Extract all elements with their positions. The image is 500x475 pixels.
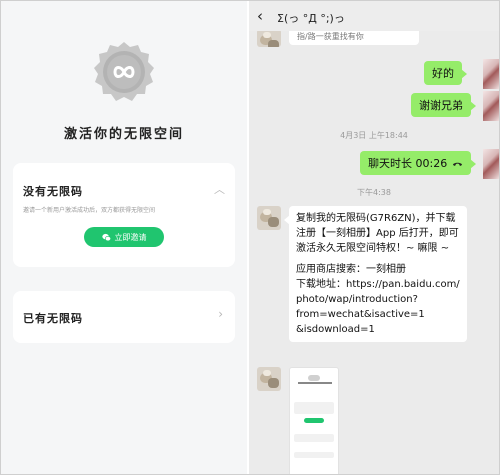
contact-avatar[interactable] [257, 367, 281, 391]
chevron-right-icon: › [218, 307, 223, 321]
message-line: photo/wap/introduction? [296, 294, 418, 305]
back-arrow-icon[interactable]: ‹ [257, 7, 263, 25]
chat-title: Σ(っ °Д °;)っ [277, 12, 345, 25]
image-message-thumbnail[interactable] [289, 367, 339, 474]
activation-panel: 激活你的无限空间 没有无限码 ︿ 邀请一个新用户激活成功后，双方都获得无限空间 … [1, 1, 247, 474]
chat-panel: 指/路一获重找有你 ‹ Σ(っ °Д °;)っ 好的 谢谢兄弟 4月3日 上午1… [249, 1, 499, 474]
message-line: 激活永久无限空间特权！~ 嘛限 ~ [296, 243, 450, 254]
message-text: 好的 [432, 67, 454, 80]
message-line: 复制我的无限码(G7R6ZN)，并下载 [296, 213, 456, 224]
contact-avatar[interactable] [257, 29, 281, 47]
truncated-message-bubble: 指/路一获重找有你 [289, 29, 419, 45]
message-bubble-ok[interactable]: 好的 [424, 61, 467, 85]
voice-call-bubble[interactable]: 聊天时长 00:26 [360, 151, 477, 175]
wechat-icon [101, 233, 111, 241]
message-text: 谢谢兄弟 [419, 99, 463, 112]
invite-button-label: 立即邀请 [114, 232, 147, 242]
message-bubble-thanks[interactable]: 谢谢兄弟 [411, 93, 476, 117]
timestamp: 下午4:38 [357, 188, 391, 197]
no-code-card: 没有无限码 ︿ 邀请一个新用户激活成功后，双方都获得无限空间 立即邀请 [13, 163, 235, 267]
self-avatar[interactable] [483, 91, 499, 121]
self-avatar[interactable] [483, 149, 499, 179]
chevron-up-icon[interactable]: ︿ [214, 181, 225, 197]
has-code-card[interactable]: 已有无限码 › [13, 291, 235, 343]
timestamp: 4月3日 上午18:44 [340, 131, 408, 140]
message-line: 应用商店搜索：一刻相册 [296, 264, 406, 275]
page-title: 激活你的无限空间 [63, 127, 184, 142]
truncated-message-text: 指/路一获重找有你 [297, 32, 364, 41]
no-code-label: 没有无限码 [23, 185, 83, 198]
no-code-description: 邀请一个新用户激活成功后，双方都获得无限空间 [23, 207, 156, 214]
contact-avatar[interactable] [257, 206, 281, 230]
infinity-badge-icon [94, 42, 154, 101]
message-line: from=wechat&isactive=1 [296, 309, 425, 320]
invite-now-button[interactable]: 立即邀请 [84, 227, 164, 247]
message-line: &isdownload=1 [296, 324, 375, 335]
message-line: 注册【一刻相册】App 后打开，即可 [296, 228, 459, 239]
chat-header: ‹ Σ(っ °Д °;)っ [249, 1, 499, 31]
has-code-label: 已有无限码 [23, 312, 83, 325]
message-line: 下载地址：https://pan.baidu.com/ [296, 279, 460, 290]
phone-icon [453, 162, 463, 166]
self-avatar[interactable] [483, 59, 499, 89]
message-text: 聊天时长 00:26 [368, 157, 448, 170]
share-code-message[interactable]: 复制我的无限码(G7R6ZN)，并下载 注册【一刻相册】App 后打开，即可 激… [284, 206, 467, 342]
